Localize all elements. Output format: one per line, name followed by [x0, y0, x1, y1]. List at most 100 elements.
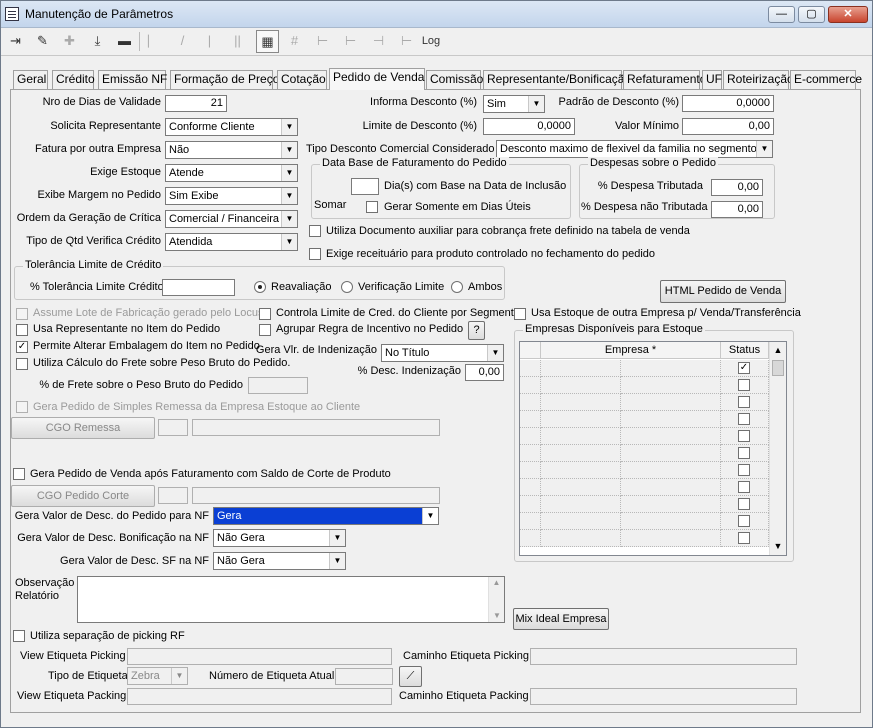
- row-indicator[interactable]: [520, 445, 541, 462]
- help-button[interactable]: ?: [468, 321, 485, 340]
- nro-dias-input[interactable]: 21: [165, 95, 227, 112]
- status-checkbox[interactable]: ✓: [738, 362, 750, 374]
- empresa-cell[interactable]: [541, 428, 621, 445]
- ambos-radio[interactable]: [451, 281, 463, 293]
- solicita-rep-select[interactable]: Conforme Cliente ▼: [165, 118, 298, 136]
- status-checkbox[interactable]: [738, 498, 750, 510]
- dias-uteis-checkbox[interactable]: [366, 201, 378, 213]
- empresa-name-cell[interactable]: [621, 496, 721, 513]
- maximize-button[interactable]: ▢: [798, 6, 825, 23]
- row-indicator[interactable]: [520, 462, 541, 479]
- permite-alterar-checkbox[interactable]: ✓: [16, 341, 28, 353]
- empresa-cell[interactable]: [541, 445, 621, 462]
- view-packing-input[interactable]: [127, 688, 392, 705]
- picking-rf-checkbox[interactable]: [13, 630, 25, 642]
- scroll-up-icon[interactable]: ▲: [770, 342, 786, 359]
- tab-representante-bonificacao[interactable]: Representante/Bonificação: [483, 70, 631, 89]
- tipo-etiqueta-select[interactable]: Zebra ▼: [127, 667, 188, 685]
- grid-row[interactable]: [520, 462, 769, 479]
- status-cell[interactable]: [721, 479, 769, 496]
- desc-indenizacao-input[interactable]: 0,00: [465, 364, 504, 381]
- exit-icon[interactable]: ⇥: [4, 30, 27, 53]
- usa-rep-item-checkbox[interactable]: [16, 324, 28, 336]
- tree-icon-2[interactable]: ⊢: [339, 30, 362, 53]
- save-icon[interactable]: ⤓: [86, 30, 109, 53]
- log-button[interactable]: Log: [419, 30, 443, 53]
- empresa-name-cell[interactable]: [621, 360, 721, 377]
- dias-input[interactable]: [351, 178, 379, 195]
- grid-row[interactable]: ✓: [520, 360, 769, 377]
- doc-aux-checkbox[interactable]: [309, 225, 321, 237]
- gera-desc-sf-select[interactable]: Não Gera ▼: [213, 552, 346, 570]
- status-checkbox[interactable]: [738, 430, 750, 442]
- close-button[interactable]: ✕: [828, 6, 868, 23]
- tab-cotacao[interactable]: Cotação: [277, 70, 327, 89]
- informa-desc-select[interactable]: Sim ▼: [483, 95, 545, 113]
- delete-icon[interactable]: ▬: [113, 30, 136, 53]
- empresa-name-cell[interactable]: [621, 445, 721, 462]
- tab-formacao-preco[interactable]: Formação de Preço: [170, 70, 279, 89]
- grid-scrollbar[interactable]: ▲ ▼: [769, 342, 786, 555]
- cgo-corte-code[interactable]: [158, 487, 188, 504]
- row-indicator[interactable]: [520, 513, 541, 530]
- empresa-cell[interactable]: [541, 360, 621, 377]
- observacao-textarea[interactable]: ▲ ▼: [77, 576, 505, 623]
- status-checkbox[interactable]: [738, 515, 750, 527]
- filter-icon[interactable]: #: [283, 30, 306, 53]
- tab-comissao[interactable]: Comissão: [426, 70, 483, 89]
- exige-estoque-select[interactable]: Atende ▼: [165, 164, 298, 182]
- tab-pedido-venda[interactable]: Pedido de Venda: [329, 68, 425, 90]
- row-indicator[interactable]: [520, 428, 541, 445]
- usa-estoque-outra-checkbox[interactable]: [514, 308, 526, 320]
- empresa-cell[interactable]: [541, 513, 621, 530]
- cgo-pedido-corte-button[interactable]: CGO Pedido Corte: [11, 485, 155, 507]
- empresa-cell[interactable]: [541, 479, 621, 496]
- caminho-packing-input[interactable]: [530, 688, 797, 705]
- row-indicator[interactable]: [520, 377, 541, 394]
- grid-row[interactable]: [520, 513, 769, 530]
- scroll-up-icon[interactable]: ▲: [489, 577, 504, 589]
- status-checkbox[interactable]: [738, 413, 750, 425]
- tab-uf[interactable]: UF: [702, 70, 722, 89]
- row-indicator[interactable]: [520, 496, 541, 513]
- status-checkbox[interactable]: [738, 532, 750, 544]
- row-indicator[interactable]: [520, 411, 541, 428]
- reavaliacao-radio[interactable]: [254, 281, 266, 293]
- html-pedido-venda-button[interactable]: HTML Pedido de Venda: [660, 280, 786, 303]
- next-record-icon[interactable]: |: [198, 30, 221, 53]
- fatura-outra-select[interactable]: Não ▼: [165, 141, 298, 159]
- despesa-trib-input[interactable]: 0,00: [711, 179, 763, 196]
- status-checkbox[interactable]: [738, 447, 750, 459]
- empresa-cell[interactable]: [541, 496, 621, 513]
- previous-record-icon[interactable]: /: [171, 30, 194, 53]
- empresa-cell[interactable]: [541, 394, 621, 411]
- valor-min-input[interactable]: 0,00: [682, 118, 774, 135]
- despesa-nao-trib-input[interactable]: 0,00: [711, 201, 763, 218]
- scroll-thumb[interactable]: [772, 360, 784, 376]
- grid-row[interactable]: [520, 377, 769, 394]
- status-checkbox[interactable]: [738, 464, 750, 476]
- caminho-picking-input[interactable]: [530, 648, 797, 665]
- status-cell[interactable]: [721, 462, 769, 479]
- status-cell[interactable]: [721, 411, 769, 428]
- status-checkbox[interactable]: [738, 396, 750, 408]
- row-indicator[interactable]: [520, 479, 541, 496]
- scroll-down-icon[interactable]: ▼: [770, 538, 786, 555]
- last-record-icon[interactable]: ||: [226, 30, 249, 53]
- tab-geral[interactable]: Geral: [13, 70, 48, 89]
- empresa-column-header[interactable]: Empresa *: [541, 342, 721, 359]
- grid-row[interactable]: [520, 394, 769, 411]
- status-cell[interactable]: [721, 530, 769, 547]
- ordem-critica-select[interactable]: Comercial / Financeira ▼: [165, 210, 298, 228]
- gera-apos-fat-checkbox[interactable]: [13, 468, 25, 480]
- empresa-name-cell[interactable]: [621, 428, 721, 445]
- tolerancia-pct-input[interactable]: [162, 279, 235, 296]
- tab-refaturamento[interactable]: Refaturamento: [623, 70, 706, 89]
- gera-vlr-select[interactable]: No Título ▼: [381, 344, 504, 362]
- controla-limite-checkbox[interactable]: [259, 308, 271, 320]
- empresa-cell[interactable]: [541, 530, 621, 547]
- tipo-desc-select[interactable]: Desconto maximo de flexivel da familia n…: [496, 140, 773, 158]
- status-cell[interactable]: [721, 496, 769, 513]
- grid-view-icon[interactable]: ▦: [256, 30, 279, 53]
- verificacao-limite-radio[interactable]: [341, 281, 353, 293]
